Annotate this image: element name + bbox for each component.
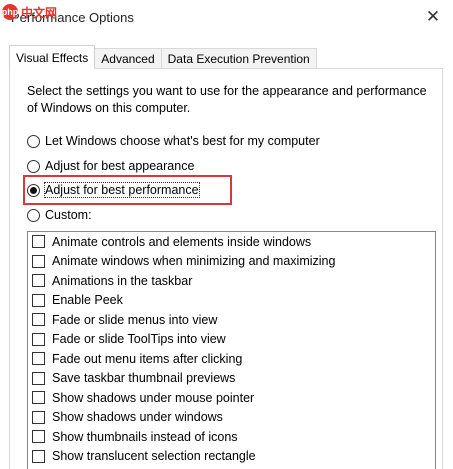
checkbox-label: Fade or slide menus into view [52, 312, 218, 327]
list-item-fade-menus[interactable]: Fade or slide menus into view [28, 310, 435, 330]
tab-bar: Visual Effects Advanced Data Execution P… [9, 45, 317, 69]
tab-visual-effects[interactable]: Visual Effects [9, 45, 96, 69]
list-item-enable-peek[interactable]: Enable Peek [28, 291, 435, 311]
checkbox[interactable] [32, 371, 45, 385]
checkbox-label: Show shadows under mouse pointer [52, 390, 255, 405]
radio-button[interactable] [27, 159, 40, 173]
list-item-animate-windows[interactable]: Animate windows when minimizing and maxi… [28, 252, 435, 272]
list-item-taskbar-animations[interactable]: Animations in the taskbar [28, 271, 435, 291]
radio-best-performance[interactable]: Adjust for best performance [27, 180, 200, 200]
checkbox-label: Fade out menu items after clicking [52, 351, 243, 366]
list-item-animate-controls[interactable]: Animate controls and elements inside win… [28, 232, 435, 252]
watermark-logo: php 中文网 [2, 2, 57, 22]
php-logo-icon: php [2, 4, 18, 20]
checkbox-label: Animations in the taskbar [52, 273, 193, 288]
radio-custom[interactable]: Custom: [27, 205, 92, 225]
checkbox[interactable] [32, 274, 45, 288]
visual-effects-list[interactable]: Animate controls and elements inside win… [27, 231, 436, 469]
radio-label: Adjust for best appearance [45, 159, 195, 173]
checkbox[interactable] [32, 449, 45, 463]
watermark-text: 中文网 [21, 5, 58, 20]
checkbox[interactable] [32, 293, 45, 307]
list-item-pointer-shadows[interactable]: Show shadows under mouse pointer [28, 388, 435, 408]
checkbox-label: Animate controls and elements inside win… [52, 234, 312, 249]
radio-best-appearance[interactable]: Adjust for best appearance [27, 156, 194, 176]
title-bar: Performance Options php 中文网 ✕ [0, 0, 453, 36]
tab-data-execution-prevention[interactable]: Data Execution Prevention [160, 48, 317, 69]
checkbox[interactable] [32, 430, 45, 444]
list-item-window-shadows[interactable]: Show shadows under windows [28, 408, 435, 428]
radio-button-selected[interactable] [27, 183, 40, 197]
radio-label: Let Windows choose what's best for my co… [45, 134, 320, 148]
visual-effects-panel: Select the settings you want to use for … [9, 68, 443, 469]
list-item-taskbar-thumbnails[interactable]: Save taskbar thumbnail previews [28, 369, 435, 389]
checkbox-label: Fade or slide ToolTips into view [52, 332, 226, 347]
checkbox-label: Enable Peek [52, 293, 123, 308]
list-item-thumbnails-instead-of-icons[interactable]: Show thumbnails instead of icons [28, 427, 435, 447]
checkbox-label: Show thumbnails instead of icons [52, 429, 238, 444]
list-item-fade-menu-items[interactable]: Fade out menu items after clicking [28, 349, 435, 369]
tab-advanced[interactable]: Advanced [94, 48, 162, 69]
list-item-fade-tooltips[interactable]: Fade or slide ToolTips into view [28, 330, 435, 350]
checkbox[interactable] [32, 235, 45, 249]
radio-let-windows-choose[interactable]: Let Windows choose what's best for my co… [27, 131, 320, 151]
checkbox[interactable] [32, 352, 45, 366]
checkbox[interactable] [32, 254, 45, 268]
radio-button[interactable] [27, 134, 40, 148]
checkbox-label: Save taskbar thumbnail previews [52, 371, 236, 386]
radio-label: Custom: [45, 208, 92, 222]
checkbox[interactable] [32, 332, 45, 346]
close-icon: ✕ [425, 7, 441, 26]
radio-button[interactable] [27, 208, 40, 222]
checkbox-label: Show shadows under windows [52, 410, 223, 425]
checkbox-label: Animate windows when minimizing and maxi… [52, 254, 336, 269]
checkbox[interactable] [32, 391, 45, 405]
checkbox-label: Show translucent selection rectangle [52, 449, 256, 464]
settings-description: Select the settings you want to use for … [27, 84, 427, 115]
checkbox[interactable] [32, 313, 45, 327]
close-button[interactable]: ✕ [419, 4, 447, 30]
checkbox[interactable] [32, 410, 45, 424]
list-item-translucent-selection[interactable]: Show translucent selection rectangle [28, 447, 435, 467]
radio-label: Adjust for best performance [44, 182, 200, 198]
